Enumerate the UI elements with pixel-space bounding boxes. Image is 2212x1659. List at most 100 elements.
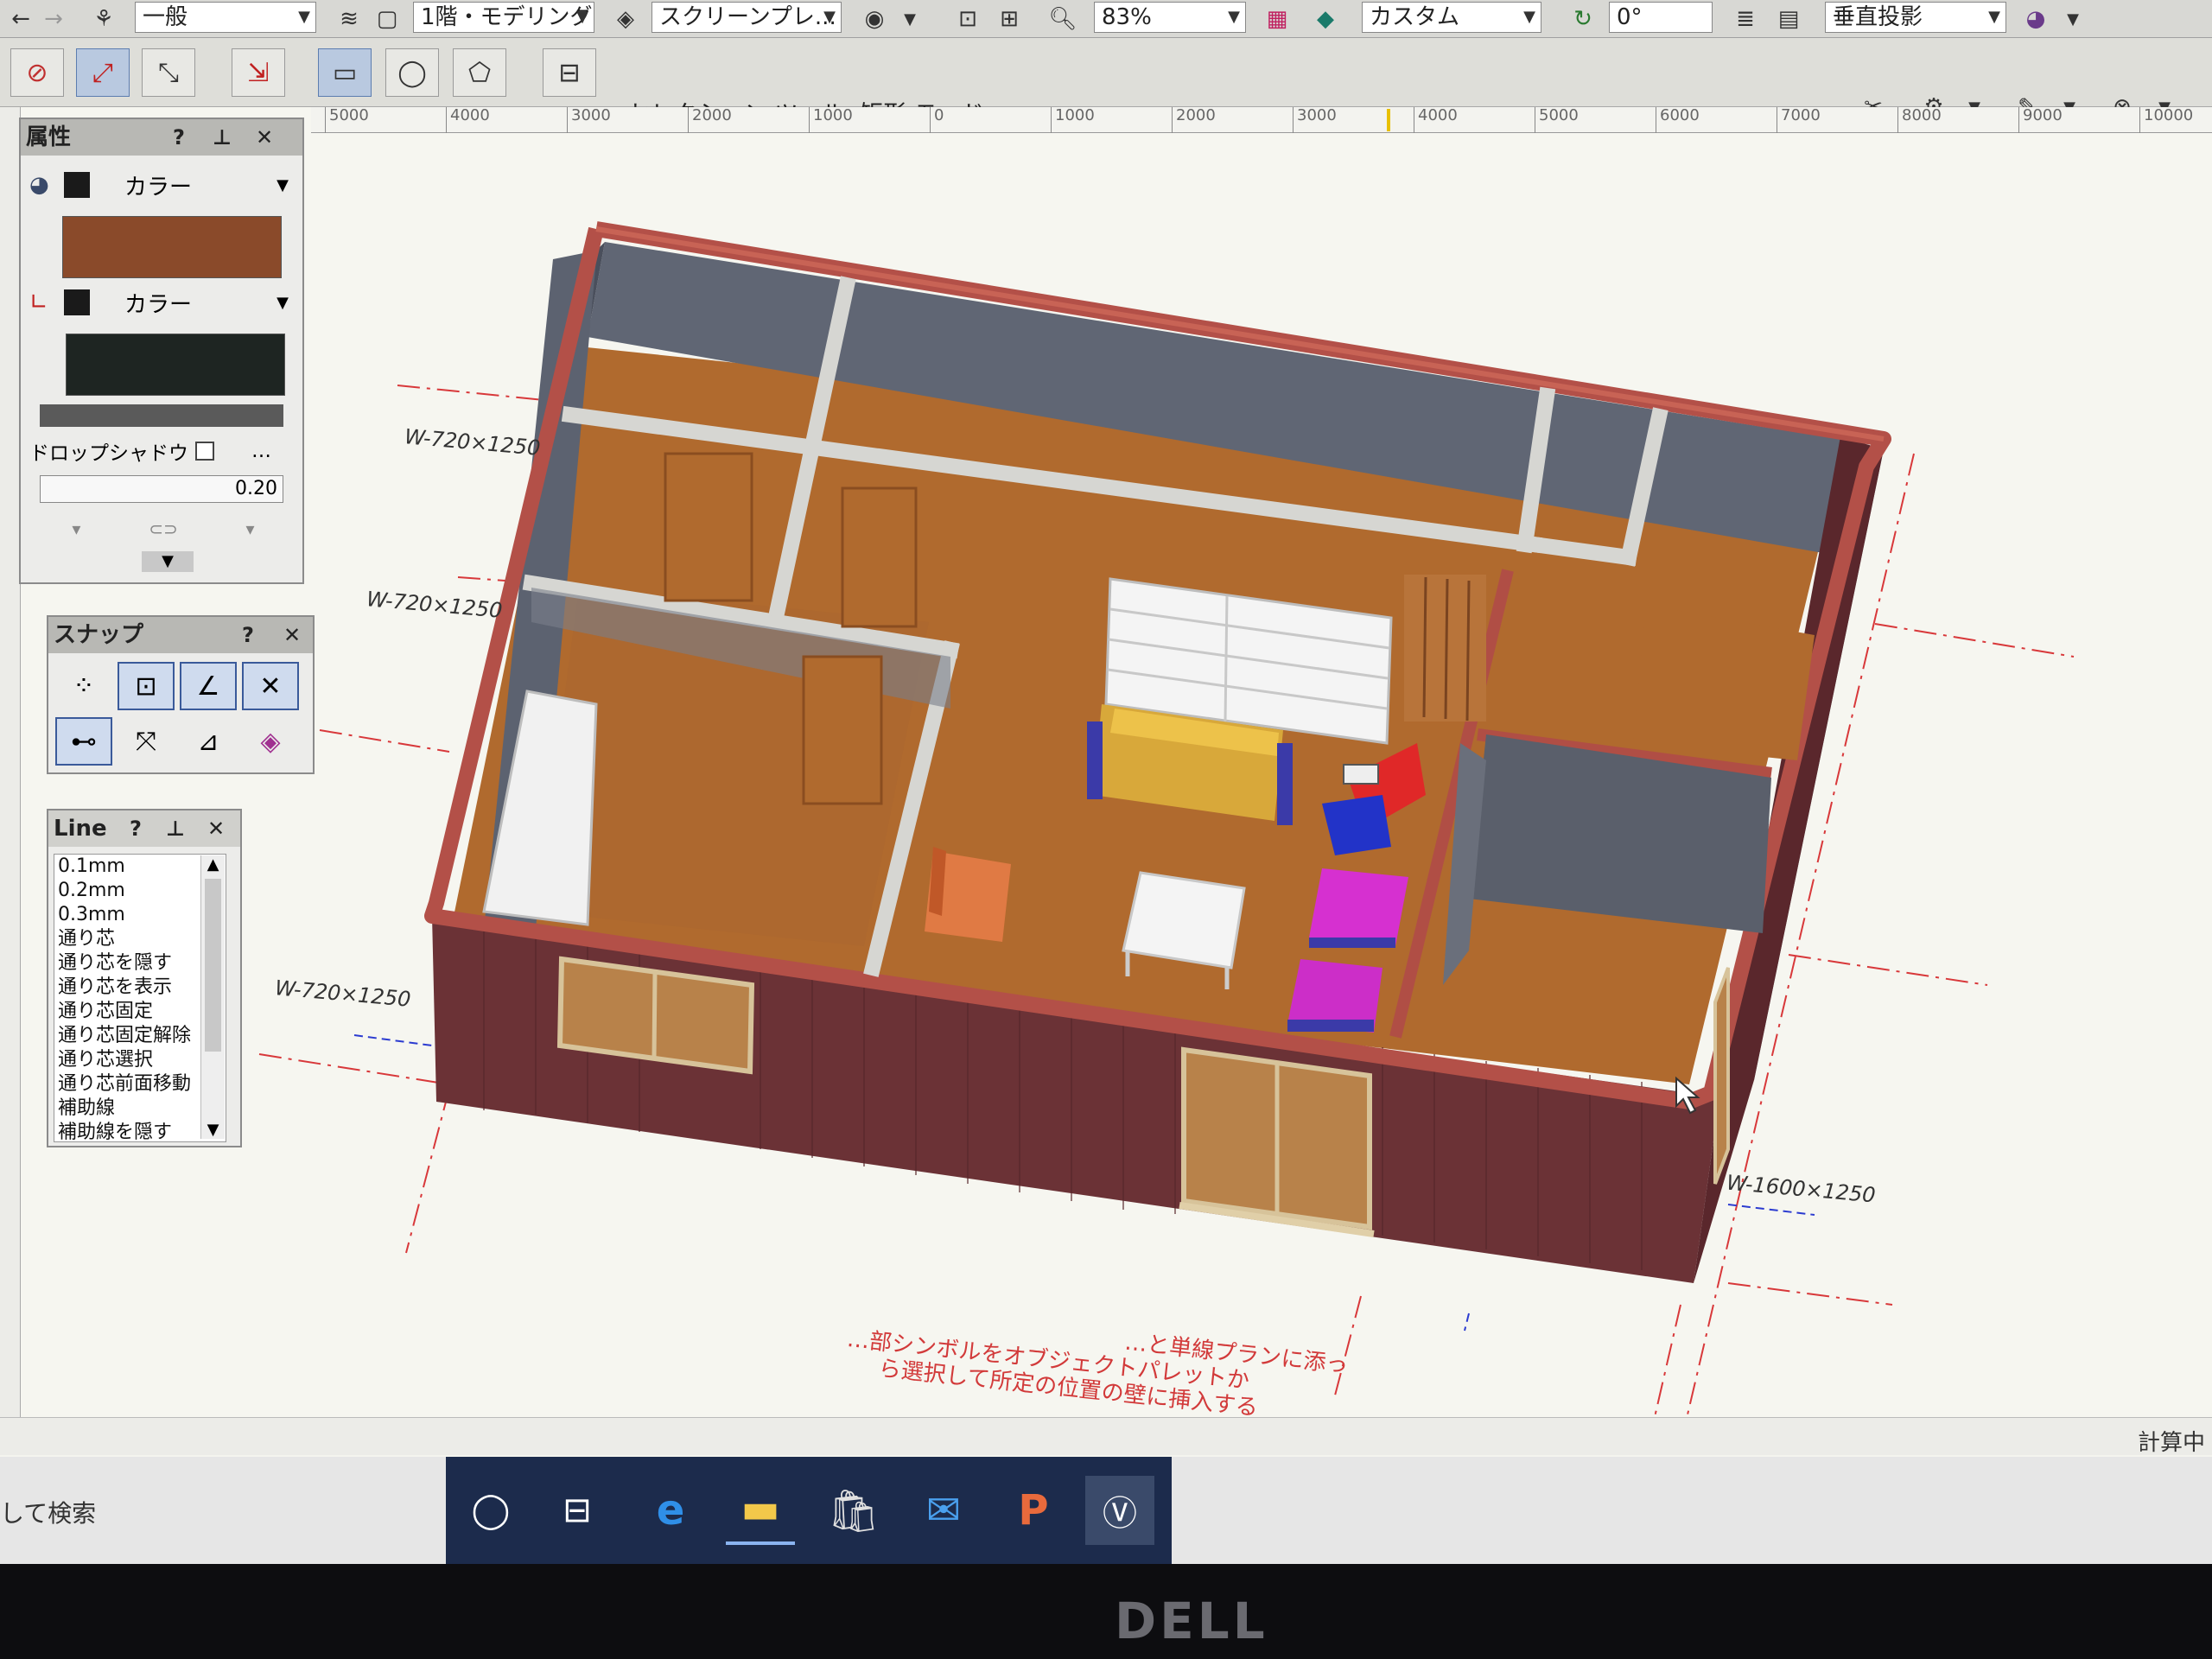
zoom-fit-icon[interactable]: ⊡: [950, 3, 985, 35]
pen-color-swatch[interactable]: [66, 334, 285, 396]
file-explorer-icon[interactable]: ▬: [726, 1476, 795, 1545]
select-settings-icon[interactable]: ⊟: [543, 48, 596, 97]
arrow-end-icon[interactable]: ▾: [246, 518, 255, 539]
line-palette: Line ? ⊥ ✕ 0.1mm 0.2mm 0.3mm 通り芯 通り芯を隠す …: [47, 809, 242, 1147]
vertical-ruler: [0, 107, 21, 1455]
fill-swatch-icon[interactable]: [64, 172, 90, 198]
layer-stack-icon[interactable]: ≣: [1728, 3, 1763, 35]
multi-select-icon[interactable]: ⤡: [142, 48, 195, 97]
drop-shadow-checkbox[interactable]: [195, 442, 214, 461]
class-icon[interactable]: ⚘: [86, 3, 121, 35]
ruler-tick: 0: [930, 107, 944, 133]
arrow-link-icon[interactable]: ⊂⊃: [149, 518, 178, 539]
reshape-icon[interactable]: ⇲: [232, 48, 285, 97]
render-mode-dropdown-icon[interactable]: ▼: [897, 3, 923, 35]
view-select[interactable]: スクリーンプレ... ▼: [652, 2, 842, 33]
store-icon[interactable]: 🛍︎: [819, 1476, 888, 1545]
help-icon[interactable]: ?: [173, 119, 185, 156]
rectangle-select-icon[interactable]: ⤢: [76, 48, 130, 97]
forward-arrow-icon[interactable]: →: [38, 3, 69, 35]
pen-row: ∟ カラー ▼: [29, 285, 289, 320]
line-palette-header: Line ? ⊥ ✕: [48, 810, 240, 847]
rectangle-mode-icon[interactable]: ▭: [318, 48, 372, 97]
layer-select-value: 1階・モデリング: [421, 4, 593, 30]
pin-icon[interactable]: ⊥: [166, 810, 185, 847]
snap-intersection-icon[interactable]: ✕: [242, 662, 299, 710]
render-select-value: カスタム: [1370, 4, 1460, 30]
pen-type-label[interactable]: カラー: [124, 287, 192, 319]
scroll-up-icon[interactable]: ▲: [201, 855, 225, 874]
ruler-tick: 3000: [1293, 107, 1337, 133]
help-icon[interactable]: ?: [130, 810, 142, 847]
chevron-down-icon[interactable]: ▼: [276, 294, 289, 312]
mail-icon[interactable]: ✉: [909, 1476, 978, 1545]
list-scrollbar[interactable]: ▲ ▼: [200, 855, 225, 1139]
snap-angle-icon[interactable]: ∠: [180, 662, 237, 710]
chevron-down-icon[interactable]: ▼: [276, 176, 289, 194]
expand-palette-button[interactable]: ▼: [142, 551, 194, 572]
powerpoint-icon[interactable]: P: [999, 1476, 1068, 1545]
angle-field[interactable]: 0°: [1609, 2, 1713, 33]
back-arrow-icon[interactable]: ←: [5, 3, 36, 35]
attributes-palette-title: 属性: [26, 124, 72, 150]
render-select[interactable]: カスタム ▼: [1362, 2, 1541, 33]
zoom-icon[interactable]: 🔍︎: [1046, 3, 1080, 35]
sliding-door: [1179, 1046, 1375, 1237]
line-weight-field[interactable]: 0.20: [40, 475, 283, 503]
status-right-label: 計算中: [2137, 1430, 2205, 1456]
tool-mode-bar: ⊘ ⤢ ⤡ ⇲ ▭ ◯ ⬠ ⊟ セレクション ツール: 矩形 モード ✂ ⚙ ▼…: [0, 38, 2212, 128]
projection-icon[interactable]: ◆: [1306, 3, 1344, 35]
fill-color-swatch[interactable]: [62, 216, 282, 278]
layer-visibility-icon[interactable]: ▢: [370, 3, 404, 35]
snap-tangent-icon[interactable]: ⤧: [118, 717, 175, 766]
snap-point-icon[interactable]: ⊿: [180, 717, 237, 766]
scroll-thumb[interactable]: [205, 879, 221, 1052]
drop-shadow-more-button[interactable]: …: [251, 440, 271, 462]
task-view-icon[interactable]: ⊟: [543, 1476, 612, 1545]
projection-select[interactable]: 垂直投影 ▼: [1825, 2, 2006, 33]
pin-icon[interactable]: ⊥: [213, 119, 232, 156]
zoom-objects-icon[interactable]: ⊞: [992, 3, 1027, 35]
class-select[interactable]: 一般 ▼: [135, 2, 316, 33]
rotation-icon[interactable]: ↻: [1564, 3, 1602, 35]
zoom-value: 83%: [1102, 4, 1152, 30]
pen-swatch-icon[interactable]: [64, 289, 90, 315]
layers-icon[interactable]: ≋: [332, 3, 366, 35]
ruler-tick: 2000: [1172, 107, 1216, 133]
snap-grid-icon[interactable]: ⁘: [55, 662, 112, 710]
snap-distance-icon[interactable]: ⊷: [55, 717, 112, 766]
zoom-select[interactable]: 83% ▼: [1094, 2, 1246, 33]
disable-snap-icon[interactable]: ⊘: [10, 48, 64, 97]
vectorworks-icon[interactable]: Ⓥ: [1085, 1476, 1154, 1545]
ruler-tick: 7000: [1777, 107, 1821, 133]
grid-icon[interactable]: ▦: [1260, 3, 1294, 35]
pen-style-icon[interactable]: ∟: [29, 289, 64, 315]
polygon-mode-icon[interactable]: ⬠: [453, 48, 506, 97]
flyover-icon[interactable]: ◕: [2017, 3, 2055, 35]
fill-style-icon[interactable]: ◕: [29, 172, 64, 198]
search-box-label[interactable]: して検索: [0, 1495, 96, 1529]
view-icon[interactable]: ◈: [605, 3, 646, 35]
opacity-bar[interactable]: [40, 404, 283, 427]
close-icon[interactable]: ✕: [283, 617, 301, 653]
close-icon[interactable]: ✕: [207, 810, 225, 847]
help-icon[interactable]: ?: [242, 617, 254, 653]
snap-object-icon[interactable]: ⊡: [118, 662, 175, 710]
cortana-icon[interactable]: ◯: [456, 1476, 525, 1545]
edge-icon[interactable]: e: [636, 1476, 705, 1545]
layer-select[interactable]: 1階・モデリング ▼: [413, 2, 594, 33]
scroll-down-icon[interactable]: ▼: [201, 1121, 225, 1139]
render-mode-icon[interactable]: ◉: [855, 3, 893, 35]
top-toolbar: ← → ⚘ 一般 ▼ ≋ ▢ 1階・モデリング ▼ ◈ スクリーンプレ... ▼ ◉ …: [0, 0, 2212, 38]
lasso-mode-icon[interactable]: ◯: [385, 48, 439, 97]
sheet-icon[interactable]: ▤: [1771, 3, 1806, 35]
chevron-down-icon: ▼: [823, 8, 836, 26]
attributes-palette-header: 属性 ? ⊥ ✕: [21, 119, 302, 156]
fill-type-label[interactable]: カラー: [124, 169, 192, 201]
arrow-start-icon[interactable]: ▾: [72, 518, 80, 539]
close-icon[interactable]: ✕: [256, 119, 273, 156]
snap-palette-header: スナップ ? ✕: [48, 617, 313, 653]
ruler-tick: 9000: [2018, 107, 2063, 133]
flyover-dropdown-icon[interactable]: ▼: [2060, 3, 2086, 35]
snap-working-plane-icon[interactable]: ◈: [242, 717, 299, 766]
